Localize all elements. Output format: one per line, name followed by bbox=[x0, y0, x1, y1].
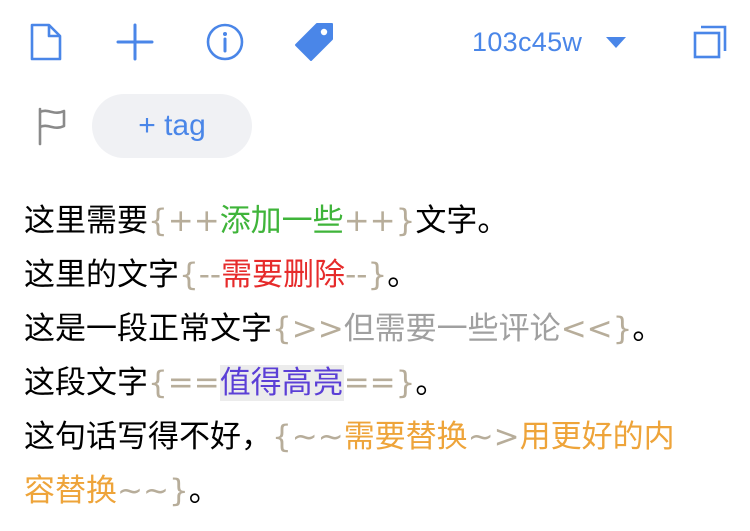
markup-close: --} bbox=[345, 257, 388, 293]
plain-text: 。 bbox=[387, 257, 419, 293]
plain-text: 。 bbox=[188, 473, 220, 509]
plain-text: 这句话写得不好， bbox=[24, 419, 272, 455]
markup-close: ++} bbox=[343, 203, 416, 239]
markup-close: ==} bbox=[343, 365, 416, 401]
markup-open: {-- bbox=[179, 257, 222, 293]
editor-content[interactable]: 这里需要{++添加一些++}文字。 这里的文字{--需要删除--}。 这是一段正… bbox=[24, 194, 714, 518]
addition-text: 添加一些 bbox=[219, 203, 344, 239]
version-label: 103c45w bbox=[472, 26, 583, 57]
comment-text: 但需要一些评论 bbox=[343, 311, 561, 347]
markup-open: {~~ bbox=[272, 419, 344, 455]
toolbar: 103c45w bbox=[0, 0, 750, 84]
version-selector[interactable]: 103c45w bbox=[472, 24, 627, 60]
substitution-new-text: 用更好的内 bbox=[519, 419, 675, 455]
markup-arrow: ~> bbox=[467, 419, 520, 455]
substitution-old-text: 需要替换 bbox=[343, 419, 468, 455]
markup-open: {>> bbox=[272, 311, 344, 347]
markup-close: ~~} bbox=[117, 473, 189, 509]
text-line-addition: 这里需要{++添加一些++}文字。 bbox=[24, 194, 714, 248]
text-line-highlight: 这段文字{==值得高亮==}。 bbox=[24, 356, 714, 410]
add-tag-button[interactable]: + tag bbox=[92, 94, 252, 158]
plain-text: 这里的文字 bbox=[24, 257, 179, 293]
plain-text: 。 bbox=[415, 365, 447, 401]
text-line-substitution: 这句话写得不好，{~~需要替换~>用更好的内 bbox=[24, 410, 714, 464]
markup-close: <<} bbox=[560, 311, 633, 347]
tag-icon[interactable] bbox=[292, 20, 336, 64]
plain-text: 这段文字 bbox=[24, 365, 148, 401]
deletion-text: 需要删除 bbox=[221, 257, 346, 293]
plain-text: 。 bbox=[632, 311, 664, 347]
info-icon[interactable] bbox=[203, 20, 247, 64]
chevron-down-icon bbox=[606, 36, 627, 48]
text-line-deletion: 这里的文字{--需要删除--}。 bbox=[24, 248, 714, 302]
text-line-substitution-cont: 容替换~~}。 bbox=[24, 464, 714, 518]
add-tag-label: + tag bbox=[138, 109, 206, 142]
highlight-text: 值得高亮 bbox=[219, 365, 344, 401]
plain-text: 这里需要 bbox=[24, 203, 148, 239]
markup-open: {++ bbox=[148, 203, 220, 239]
file-icon[interactable] bbox=[24, 20, 68, 64]
text-line-comment: 这是一段正常文字{>>但需要一些评论<<}。 bbox=[24, 302, 714, 356]
markup-open: {== bbox=[148, 365, 220, 401]
duplicate-icon[interactable] bbox=[688, 20, 732, 64]
plain-text: 这是一段正常文字 bbox=[24, 311, 272, 347]
flag-icon[interactable] bbox=[34, 106, 72, 146]
plain-text: 文字。 bbox=[415, 203, 509, 239]
tag-row: + tag bbox=[0, 92, 750, 160]
plus-icon[interactable] bbox=[113, 20, 157, 64]
substitution-new-text: 容替换 bbox=[24, 473, 117, 509]
